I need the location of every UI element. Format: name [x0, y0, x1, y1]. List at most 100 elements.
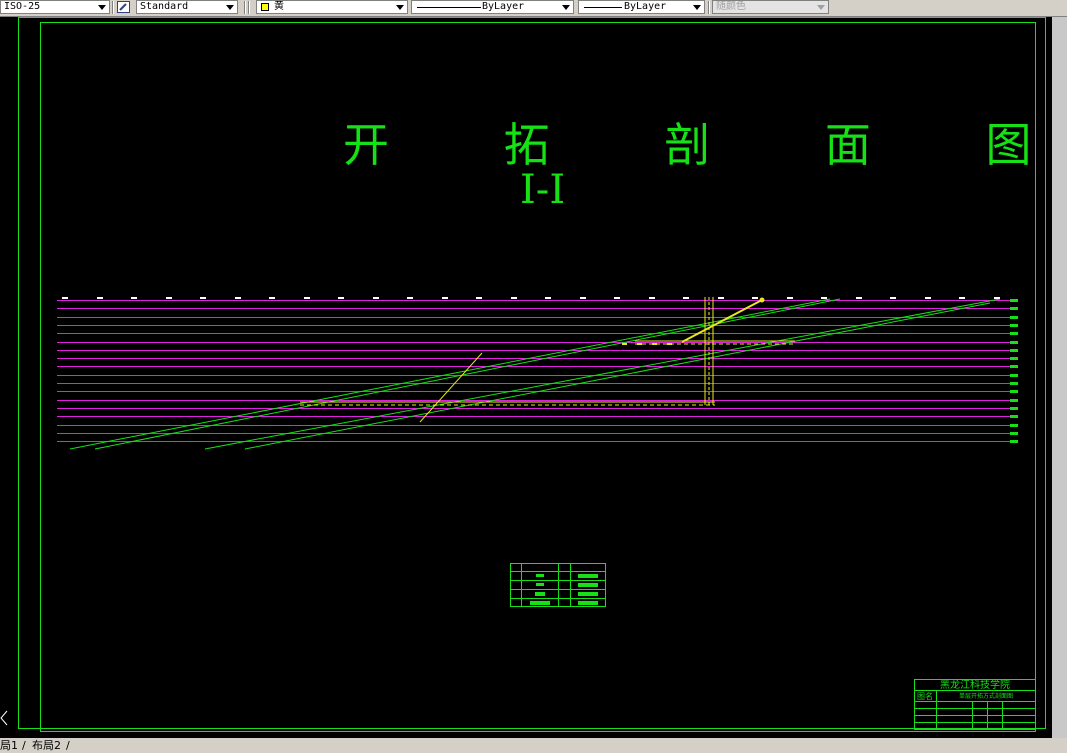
- boundary-tick: [580, 297, 586, 299]
- toolbar-separator: [708, 1, 710, 14]
- linetype-combo[interactable]: ByLayer: [411, 0, 574, 14]
- plotstyle-value: 随颜色: [716, 1, 746, 12]
- level-marker: [1010, 316, 1018, 319]
- level-marker: [1010, 341, 1018, 344]
- toolbar-separator: [244, 1, 246, 14]
- boundary-tick: [890, 297, 896, 299]
- textstyle-icon[interactable]: [117, 1, 130, 13]
- level-marker: [1010, 365, 1018, 368]
- seam-line: [204, 298, 1001, 450]
- boundary-tick: [200, 297, 206, 299]
- level-marker: [1010, 415, 1018, 418]
- roadway-marker: [667, 343, 672, 345]
- boundary-tick: [62, 297, 68, 299]
- color-combo[interactable]: 黄: [256, 0, 408, 14]
- title-block: 黑龙江科技学院 图名 单层开拓方式剖面图: [914, 678, 1036, 730]
- level-marker: [1010, 349, 1018, 352]
- properties-toolbar: ISO-25 Standard 黄 ByLayer ByLayer 随颜色: [0, 0, 1067, 17]
- boundary-tick: [442, 297, 448, 299]
- coal-seams: [69, 298, 1001, 450]
- boundary-tick: [545, 297, 551, 299]
- drawing-canvas[interactable]: 黑龙江科技学院 图名 单层开拓方式剖面图 开 拓 剖 面 图 I-I: [0, 17, 1052, 738]
- boundary-tick: [856, 297, 862, 299]
- lineweight-combo[interactable]: ByLayer: [578, 0, 705, 14]
- level-marker: [1010, 332, 1018, 335]
- layout-tabs: 局1 / 布局2 /: [0, 738, 1067, 753]
- boundary-tick: [959, 297, 965, 299]
- toolbar-separator: [112, 1, 114, 14]
- level-marker: [1010, 390, 1018, 393]
- chevron-down-icon: [226, 5, 234, 10]
- level-marker: [1010, 382, 1018, 385]
- textstyle-value: Standard: [140, 1, 189, 12]
- linetype-sample: [417, 7, 481, 8]
- level-marker: [1010, 374, 1018, 377]
- level-marker: [1010, 399, 1018, 402]
- textstyle-combo[interactable]: Standard: [136, 0, 238, 14]
- boundary-tick: [407, 297, 413, 299]
- roadway-marker: [622, 343, 627, 345]
- boundary-tick: [304, 297, 310, 299]
- cross-cut: [419, 352, 483, 423]
- level-marker: [1010, 357, 1018, 360]
- dimstyle-combo[interactable]: ISO-25: [0, 0, 110, 14]
- tab-separator: /: [66, 739, 70, 752]
- level-annotations: [62, 297, 1000, 345]
- level-marker: [1010, 432, 1018, 435]
- boundary-tick: [925, 297, 931, 299]
- school-name: 黑龙江科技学院: [940, 678, 1010, 691]
- boundary-tick: [683, 297, 689, 299]
- drawing-name-label: 图名: [917, 691, 933, 701]
- lineweight-sample: [584, 7, 622, 8]
- boundary-tick: [649, 297, 655, 299]
- level-marker: [1010, 440, 1018, 443]
- toolbar-separator: [248, 1, 250, 14]
- boundary-tick: [97, 297, 103, 299]
- level-marker: [1010, 299, 1018, 302]
- boundary-tick: [821, 297, 827, 299]
- tab-layout1[interactable]: 局1: [0, 738, 18, 753]
- mine-workings: [300, 297, 795, 423]
- boundary-tick: [614, 297, 620, 299]
- boundary-tick: [476, 297, 482, 299]
- linetype-value: ByLayer: [482, 1, 525, 12]
- yellow-swatch: [261, 3, 269, 11]
- boundary-tick: [235, 297, 241, 299]
- roadway-marker: [637, 343, 642, 345]
- color-value: 黄: [274, 1, 284, 12]
- boundary-tick: [787, 297, 793, 299]
- chevron-down-icon: [817, 5, 825, 10]
- legend-table: [510, 563, 606, 607]
- seam-line: [94, 298, 841, 450]
- lineweight-value: ByLayer: [624, 1, 667, 12]
- boundary-tick: [338, 297, 344, 299]
- boundary-tick: [994, 297, 1000, 299]
- boundary-tick: [131, 297, 137, 299]
- boundary-tick: [511, 297, 517, 299]
- seam-line: [69, 298, 831, 450]
- level-marker: [1010, 324, 1018, 327]
- level-lines: [57, 299, 1018, 443]
- chevron-down-icon: [98, 5, 106, 10]
- tab-layout2[interactable]: 布局2: [32, 738, 61, 753]
- boundary-tick: [269, 297, 275, 299]
- chevron-down-icon: [693, 5, 701, 10]
- chevron-down-icon: [562, 5, 570, 10]
- drawing-title: 开 拓 剖 面 图: [343, 118, 1052, 172]
- tab-separator: /: [22, 739, 26, 752]
- chevron-down-icon: [396, 5, 404, 10]
- boundary-tick: [752, 297, 758, 299]
- plotstyle-combo: 随颜色: [712, 0, 829, 14]
- boundary-tick: [373, 297, 379, 299]
- roadway-marker: [652, 343, 657, 345]
- level-marker: [1010, 407, 1018, 410]
- drawing-name: 单层开拓方式剖面图: [959, 692, 1013, 700]
- boundary-tick: [718, 297, 724, 299]
- drift-collar-marker: [759, 297, 765, 303]
- scroll-left-icon[interactable]: [0, 710, 8, 726]
- dimstyle-value: ISO-25: [4, 1, 41, 12]
- level-marker: [1010, 424, 1018, 427]
- inclined-drift: [681, 299, 763, 343]
- section-label: I-I: [520, 167, 566, 213]
- vertical-scrollbar[interactable]: [1052, 17, 1067, 738]
